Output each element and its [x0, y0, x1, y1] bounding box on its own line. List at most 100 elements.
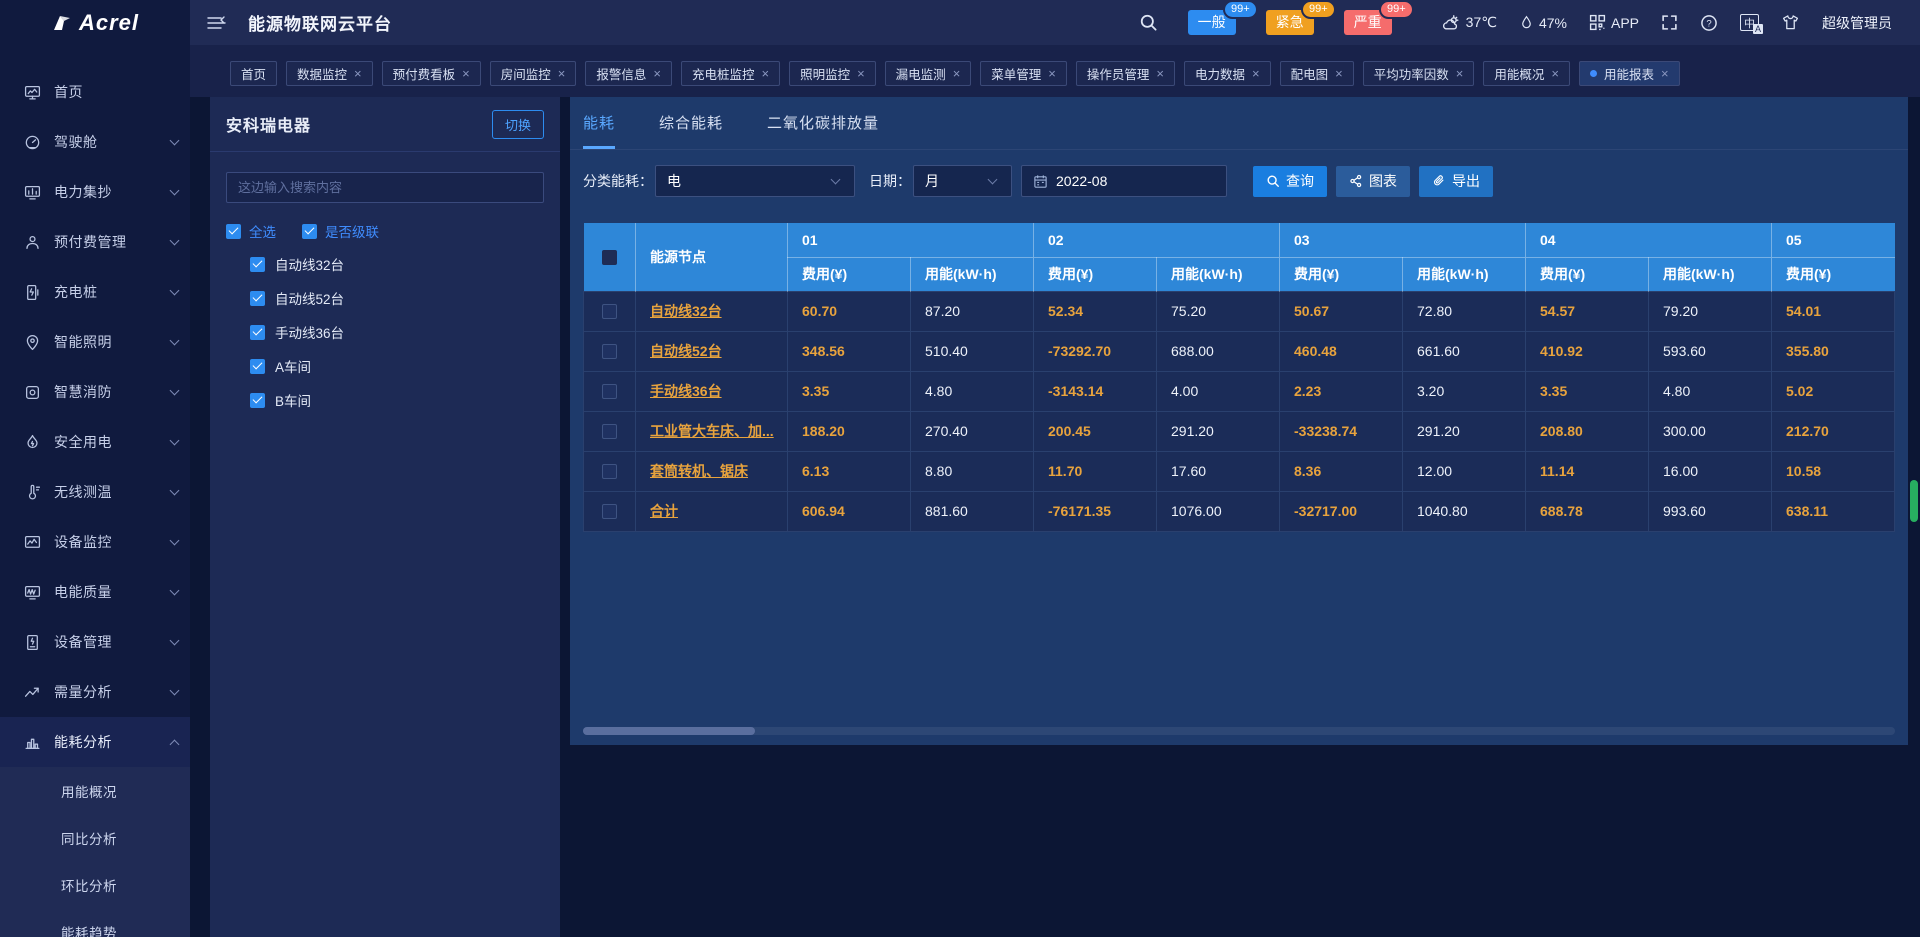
sidebar-item[interactable]: 安全用电 [0, 417, 190, 467]
checkbox-checked-icon[interactable] [226, 224, 241, 239]
help-icon[interactable]: ? [1700, 14, 1718, 32]
row-checkbox[interactable] [584, 331, 636, 371]
vertical-scrollbar[interactable] [1908, 97, 1920, 937]
chart-button[interactable]: 图表 [1336, 166, 1410, 197]
select-all-rows-checkbox[interactable] [584, 223, 636, 291]
close-tab-icon[interactable]: × [1156, 67, 1164, 80]
workspace-tab[interactable]: 漏电监测× [885, 61, 972, 86]
workspace-tab[interactable]: 菜单管理× [980, 61, 1067, 86]
close-tab-icon[interactable]: × [653, 67, 661, 80]
sidebar-item[interactable]: 智慧消防 [0, 367, 190, 417]
report-tab[interactable]: 二氧化碳排放量 [767, 112, 879, 149]
node-name-link[interactable]: 工业管大车床、加... [636, 411, 788, 451]
node-name-link[interactable]: 自动线32台 [636, 291, 788, 331]
sidebar-item[interactable]: 电能质量 [0, 567, 190, 617]
vertical-scrollbar-thumb[interactable] [1910, 480, 1918, 522]
date-granularity-select[interactable]: 月 [913, 165, 1012, 197]
checkbox-unchecked-icon[interactable] [602, 304, 617, 319]
sidebar-item[interactable]: 首页 [0, 67, 190, 117]
theme-icon[interactable] [1781, 14, 1800, 31]
sidebar-subitem[interactable]: 用能概况 [0, 767, 190, 814]
export-button[interactable]: 导出 [1419, 166, 1493, 197]
horizontal-scrollbar-thumb[interactable] [583, 727, 755, 735]
search-icon[interactable] [1139, 13, 1158, 32]
sidebar-item[interactable]: 设备管理 [0, 617, 190, 667]
tree-node[interactable]: 手动线36台 [210, 315, 560, 349]
workspace-tab[interactable]: 操作员管理× [1076, 61, 1175, 86]
sidebar-item[interactable]: 驾驶舱 [0, 117, 190, 167]
horizontal-scrollbar[interactable] [583, 727, 1895, 735]
close-tab-icon[interactable]: × [857, 67, 865, 80]
report-tab[interactable]: 综合能耗 [659, 112, 723, 149]
close-tab-icon[interactable]: × [761, 67, 769, 80]
tree-node[interactable]: 自动线52台 [210, 281, 560, 315]
sidebar-item[interactable]: 设备监控 [0, 517, 190, 567]
sidebar-subitem[interactable]: 同比分析 [0, 814, 190, 861]
close-tab-icon[interactable]: × [558, 67, 566, 80]
workspace-tab[interactable]: 配电图× [1280, 61, 1354, 86]
checkbox-checked-icon[interactable] [250, 257, 265, 272]
tree-node[interactable]: A车间 [210, 349, 560, 383]
sidebar-item[interactable]: 预付费管理 [0, 217, 190, 267]
sidebar-item[interactable]: 需量分析 [0, 667, 190, 717]
workspace-tab[interactable]: 房间监控× [490, 61, 577, 86]
sidebar-item[interactable]: 智能照明 [0, 317, 190, 367]
row-checkbox[interactable] [584, 291, 636, 331]
workspace-tab[interactable]: 电力数据× [1184, 61, 1271, 86]
close-tab-icon[interactable]: × [1048, 67, 1056, 80]
sidebar-item[interactable]: 电力集抄 [0, 167, 190, 217]
sidebar-item[interactable]: 能耗分析 [0, 717, 190, 767]
checkbox-checked-icon[interactable] [250, 393, 265, 408]
checkbox-unchecked-icon[interactable] [602, 384, 617, 399]
fullscreen-icon[interactable] [1661, 14, 1678, 31]
node-name-link[interactable]: 手动线36台 [636, 371, 788, 411]
workspace-tab[interactable]: 用能概况× [1483, 61, 1570, 86]
checkbox-checked-icon[interactable] [250, 325, 265, 340]
row-checkbox[interactable] [584, 411, 636, 451]
workspace-tab[interactable]: 首页 [230, 61, 277, 86]
checkbox-unchecked-icon[interactable] [602, 344, 617, 359]
cascade-checkbox[interactable]: 是否级联 [302, 221, 379, 241]
close-tab-icon[interactable]: × [1551, 67, 1559, 80]
date-picker[interactable]: 2022-08 [1021, 165, 1227, 197]
checkbox-checked-icon[interactable] [250, 359, 265, 374]
workspace-tab[interactable]: 用能报表× [1579, 61, 1680, 86]
close-tab-icon[interactable]: × [1456, 67, 1464, 80]
workspace-tab[interactable]: 充电桩监控× [681, 61, 780, 86]
sidebar-subitem[interactable]: 能耗趋势 [0, 908, 190, 937]
checkbox-unchecked-icon[interactable] [602, 424, 617, 439]
checkbox-unchecked-icon[interactable] [602, 464, 617, 479]
workspace-tab[interactable]: 报警信息× [585, 61, 672, 86]
select-all-checkbox[interactable]: 全选 [226, 221, 276, 241]
node-name-link[interactable]: 自动线52台 [636, 331, 788, 371]
close-tab-icon[interactable]: × [1661, 67, 1669, 80]
checkbox-checked-icon[interactable] [302, 224, 317, 239]
workspace-tab[interactable]: 数据监控× [286, 61, 373, 86]
row-checkbox[interactable] [584, 371, 636, 411]
category-select[interactable]: 电 [655, 165, 855, 197]
tree-node[interactable]: 自动线32台 [210, 247, 560, 281]
alarm-badge[interactable]: 严重99+ [1344, 10, 1392, 35]
collapse-menu-icon[interactable] [207, 15, 226, 31]
switch-button[interactable]: 切换 [492, 110, 544, 139]
alarm-badge[interactable]: 一般99+ [1188, 10, 1236, 35]
user-name[interactable]: 超级管理员 [1822, 13, 1892, 33]
sidebar-subitem[interactable]: 环比分析 [0, 861, 190, 908]
checkbox-checked-icon[interactable] [250, 291, 265, 306]
row-checkbox[interactable] [584, 451, 636, 491]
app-download[interactable]: APP [1589, 14, 1639, 31]
workspace-tab[interactable]: 平均功率因数× [1363, 61, 1475, 86]
sidebar-item[interactable]: 无线测温 [0, 467, 190, 517]
sidebar-item[interactable]: 充电桩 [0, 267, 190, 317]
alarm-badge[interactable]: 紧急99+ [1266, 10, 1314, 35]
workspace-tab[interactable]: 照明监控× [789, 61, 876, 86]
tree-node[interactable]: B车间 [210, 383, 560, 417]
close-tab-icon[interactable]: × [462, 67, 470, 80]
workspace-tab[interactable]: 预付费看板× [382, 61, 481, 86]
tree-search-input[interactable] [226, 172, 544, 203]
row-checkbox[interactable] [584, 491, 636, 531]
close-tab-icon[interactable]: × [1335, 67, 1343, 80]
checkbox-dark-icon[interactable] [602, 250, 617, 265]
close-tab-icon[interactable]: × [354, 67, 362, 80]
close-tab-icon[interactable]: × [1252, 67, 1260, 80]
